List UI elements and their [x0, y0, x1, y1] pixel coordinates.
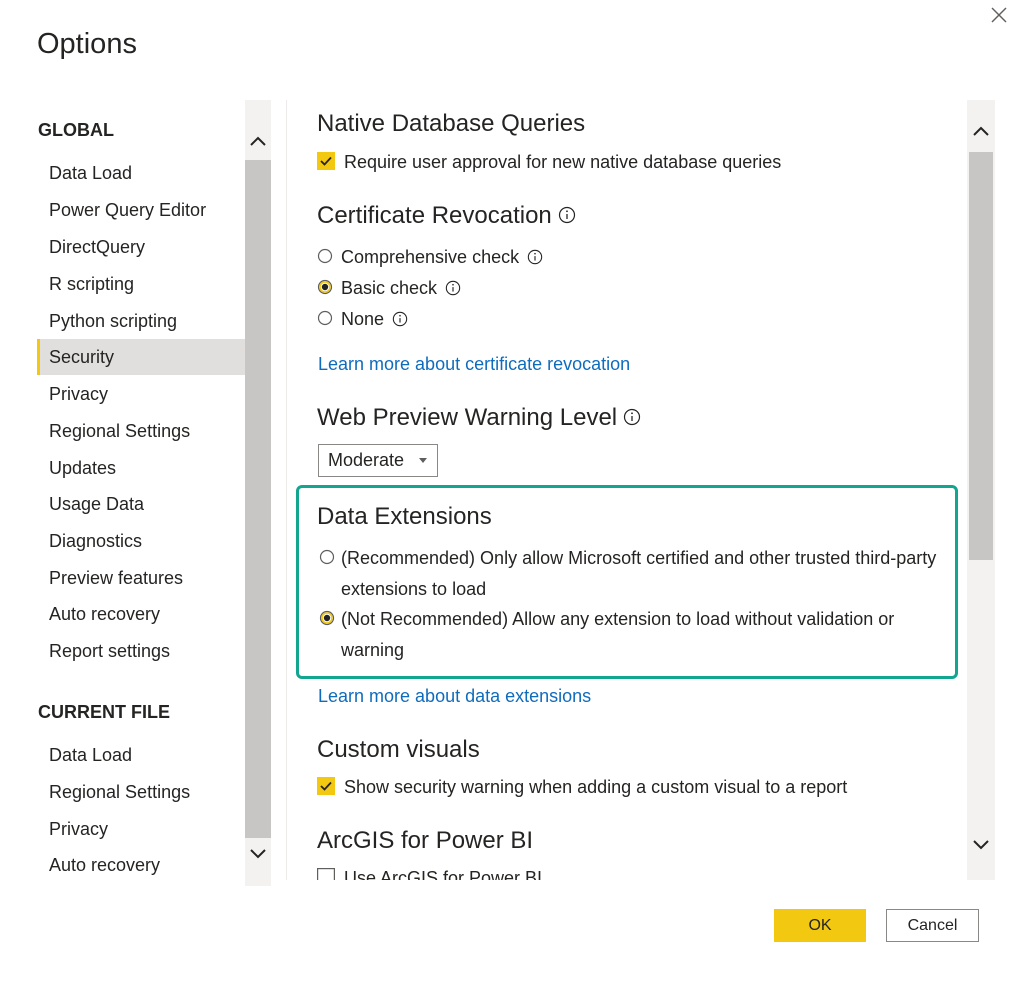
checkbox-checked-icon[interactable] [317, 152, 335, 171]
section-title-native-db: Native Database Queries [317, 110, 586, 137]
security-settings-panel: Native Database Queries Require user app… [317, 100, 967, 880]
radio-selected-icon[interactable] [317, 279, 333, 295]
arcgis-checkbox-label: Use ArcGIS for Power BI [344, 868, 543, 880]
info-icon[interactable] [623, 408, 641, 426]
section-title-data-extensions: Data Extensions [317, 503, 492, 530]
cert-option-comprehensive: Comprehensive check [317, 247, 543, 268]
checkbox-checked-icon[interactable] [317, 777, 335, 796]
section-title-cert-revocation: Certificate Revocation [317, 202, 576, 230]
options-dialog: Options GLOBAL Data Load Power Query Edi… [0, 0, 1024, 986]
section-title-arcgis: ArcGIS for Power BI [317, 827, 534, 854]
options-nav: GLOBAL Data Load Power Query Editor Dire… [37, 100, 245, 886]
close-icon[interactable] [988, 4, 1010, 26]
data-ext-option-recommended-label: (Recommended) Only allow Microsoft certi… [341, 548, 937, 599]
data-ext-option-not-recommended-label: (Not Recommended) Allow any extension to… [341, 609, 895, 660]
radio-selected-icon[interactable] [319, 610, 335, 626]
nav-item-security[interactable]: Security [37, 339, 245, 375]
nav-item-usage-data[interactable]: Usage Data [37, 486, 245, 522]
nav-heading-current-file: CURRENT FILE [38, 702, 170, 722]
cancel-button[interactable]: Cancel [886, 909, 979, 942]
checkbox-unchecked-icon[interactable] [317, 868, 335, 880]
arcgis-checkbox-row[interactable]: Use ArcGIS for Power BI [317, 868, 542, 880]
nav-item-updates[interactable]: Updates [37, 450, 245, 486]
caret-down-icon [419, 458, 427, 463]
chevron-down-icon[interactable] [248, 843, 268, 863]
pane-divider [286, 100, 287, 880]
native-db-approval-checkbox-row[interactable]: Require user approval for new native dat… [317, 152, 781, 173]
info-icon[interactable] [392, 311, 408, 327]
nav-heading-global: GLOBAL [38, 120, 114, 140]
nav-item-data-load[interactable]: Data Load [37, 155, 245, 191]
section-title-custom-visuals: Custom visuals [317, 736, 480, 763]
nav-item-file-auto-recovery[interactable]: Auto recovery [37, 847, 245, 883]
nav-scrollbar[interactable] [245, 100, 271, 886]
nav-item-privacy[interactable]: Privacy [37, 376, 245, 412]
content-scrollbar[interactable] [967, 100, 995, 880]
nav-item-file-data-load[interactable]: Data Load [37, 737, 245, 773]
radio-unselected-icon[interactable] [317, 248, 333, 264]
chevron-down-icon[interactable] [971, 834, 991, 854]
nav-item-r-scripting[interactable]: R scripting [37, 266, 245, 302]
dialog-title: Options [37, 28, 137, 60]
content-scrollbar-thumb[interactable] [969, 152, 993, 560]
chevron-up-icon[interactable] [248, 132, 268, 152]
data-ext-option-not-recommended[interactable]: (Not Recommended) Allow any extension to… [317, 604, 937, 666]
cert-option-basic: Basic check [317, 278, 461, 299]
native-db-approval-label: Require user approval for new native dat… [344, 152, 782, 172]
nav-item-file-regional-settings[interactable]: Regional Settings [37, 774, 245, 810]
section-title-web-preview: Web Preview Warning Level [317, 404, 641, 432]
nav-item-python-scripting[interactable]: Python scripting [37, 303, 245, 339]
web-preview-level-value: Moderate [328, 450, 405, 470]
nav-item-regional-settings[interactable]: Regional Settings [37, 413, 245, 449]
custom-visuals-warning-label: Show security warning when adding a cust… [344, 777, 848, 797]
data-ext-option-recommended[interactable]: (Recommended) Only allow Microsoft certi… [317, 543, 937, 605]
info-icon[interactable] [445, 280, 461, 296]
chevron-up-icon[interactable] [971, 122, 991, 142]
custom-visuals-warning-checkbox-row[interactable]: Show security warning when adding a cust… [317, 777, 847, 798]
info-icon[interactable] [527, 249, 543, 265]
nav-item-diagnostics[interactable]: Diagnostics [37, 523, 245, 559]
radio-unselected-icon[interactable] [319, 549, 335, 565]
data-extensions-learn-more-link[interactable]: Learn more about data extensions [318, 686, 591, 707]
radio-unselected-icon[interactable] [317, 310, 333, 326]
nav-item-report-settings[interactable]: Report settings [37, 633, 245, 669]
cert-option-none-label: None [341, 309, 385, 329]
cert-option-basic-label: Basic check [341, 278, 438, 298]
web-preview-level-dropdown[interactable]: Moderate [318, 444, 438, 477]
nav-item-auto-recovery[interactable]: Auto recovery [37, 596, 245, 632]
info-icon[interactable] [558, 206, 576, 224]
cert-option-comprehensive-label: Comprehensive check [341, 247, 520, 267]
nav-scrollbar-thumb[interactable] [245, 160, 271, 838]
cert-revocation-learn-more-link[interactable]: Learn more about certificate revocation [318, 354, 630, 375]
nav-item-directquery[interactable]: DirectQuery [37, 229, 245, 265]
nav-item-power-query-editor[interactable]: Power Query Editor [37, 192, 245, 228]
nav-item-preview-features[interactable]: Preview features [37, 560, 245, 596]
cert-option-none: None [317, 309, 408, 330]
nav-item-file-privacy[interactable]: Privacy [37, 811, 245, 847]
ok-button[interactable]: OK [774, 909, 866, 942]
